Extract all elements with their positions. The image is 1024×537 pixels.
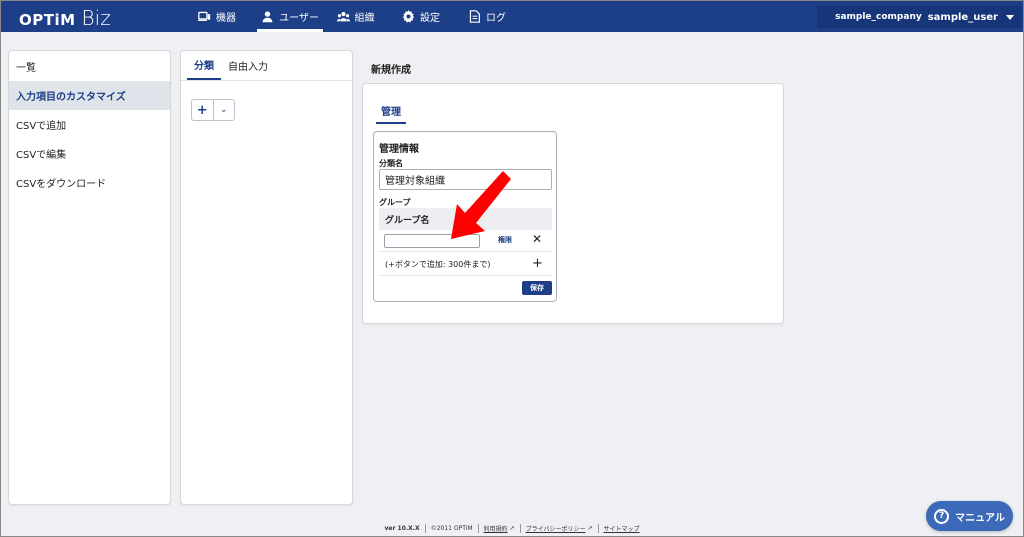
category-name-label: 分類名 [379,159,403,168]
log-document-icon [469,10,480,23]
tab-category[interactable]: 分類 [187,51,221,80]
nav-log[interactable]: ログ [454,1,520,32]
nav-label: ログ [486,13,506,24]
page-title: 新規作成 [371,65,411,76]
save-button[interactable]: 保存 [522,281,552,295]
add-group-button[interactable]: + [532,256,543,271]
user-menu[interactable]: sample_company sample_user [817,6,1022,28]
nav-label: 機器 [216,13,236,24]
caret-down-icon [1006,14,1014,20]
red-arrow-annotation [451,171,511,239]
chevron-down-icon[interactable]: ⌄ [214,100,235,120]
footer: ver 10.X.X ©2011 OPTiM 利用規約 ↗ プライバシーポリシー ↗… [1,524,1023,533]
organization-icon [336,12,350,22]
add-hint-text: (+ボタンで追加: 300件まで) [385,259,491,269]
external-link-icon: ↗ [587,525,593,532]
sidebar: 一覧 入力項目のカスタマイズ CSVで追加 CSVで編集 CSVをダウンロード [8,50,171,505]
nav-settings[interactable]: 設定 [388,1,454,32]
terms-link[interactable]: 利用規約 [484,524,508,533]
optim-biz-logo[interactable]: OPTiM Biz [19,6,111,30]
version-text: ver 10.X.X [384,525,420,532]
nav-devices[interactable]: 機器 [177,1,257,32]
copyright-text: ©2011 OPTiM [424,524,478,533]
company-name: sample_company [835,12,922,22]
nav-organization[interactable]: 組織 [323,1,388,32]
sidebar-item-csv-edit[interactable]: CSVで編集 [9,139,170,168]
main-nav: 機器 ユーザー 組織 設定 ログ [177,1,520,32]
privacy-link[interactable]: プライバシーポリシー [526,524,586,533]
sitemap-link-wrap: サイトマップ [597,524,645,533]
help-question-icon: ? [934,508,950,524]
add-button[interactable]: + [192,100,214,120]
manual-button[interactable]: ? マニュアル [926,501,1013,531]
privacy-link-wrap: プライバシーポリシー ↗ [519,524,598,533]
logo-optim-text: OPTiM [19,11,76,29]
manual-label: マニュアル [955,512,1005,524]
external-link-icon: ↗ [509,525,515,532]
user-icon [262,11,273,23]
top-navigation-bar: OPTiM Biz 機器 ユーザー 組織 設定 ログ sample_compan… [1,1,1023,32]
sidebar-item-csv-add[interactable]: CSVで追加 [9,110,170,139]
close-icon[interactable]: ✕ [532,232,542,246]
devices-icon [198,11,211,21]
nav-label: ユーザー [279,13,319,24]
nav-users[interactable]: ユーザー [257,1,323,32]
group-label: グループ [379,198,411,207]
add-hint-row: (+ボタンで追加: 300件まで) + [379,253,552,276]
nav-label: 組織 [354,13,375,24]
sidebar-item-csv-download[interactable]: CSVをダウンロード [9,168,170,197]
settings-gear-icon [402,10,415,23]
new-create-panel: 管理 管理情報 分類名 管理対象組織 グループ グループ名 権限 ✕ (+ボタン… [362,83,784,324]
logo-biz-text: Biz [81,6,111,30]
terms-link-wrap: 利用規約 ↗ [477,524,520,533]
user-name: sample_user [927,11,998,23]
sitemap-link[interactable]: サイトマップ [604,524,640,533]
card-title: 管理情報 [379,144,419,155]
tab-free-input[interactable]: 自由入力 [221,51,275,80]
field-type-tabs: 分類 自由入力 [181,51,352,81]
sidebar-item-list[interactable]: 一覧 [9,52,170,81]
add-split-button: + ⌄ [191,99,235,121]
field-type-panel: 分類 自由入力 + ⌄ [180,50,353,505]
tab-management[interactable]: 管理 [376,98,406,124]
sidebar-item-customize-fields[interactable]: 入力項目のカスタマイズ [9,81,170,110]
nav-label: 設定 [420,13,440,24]
